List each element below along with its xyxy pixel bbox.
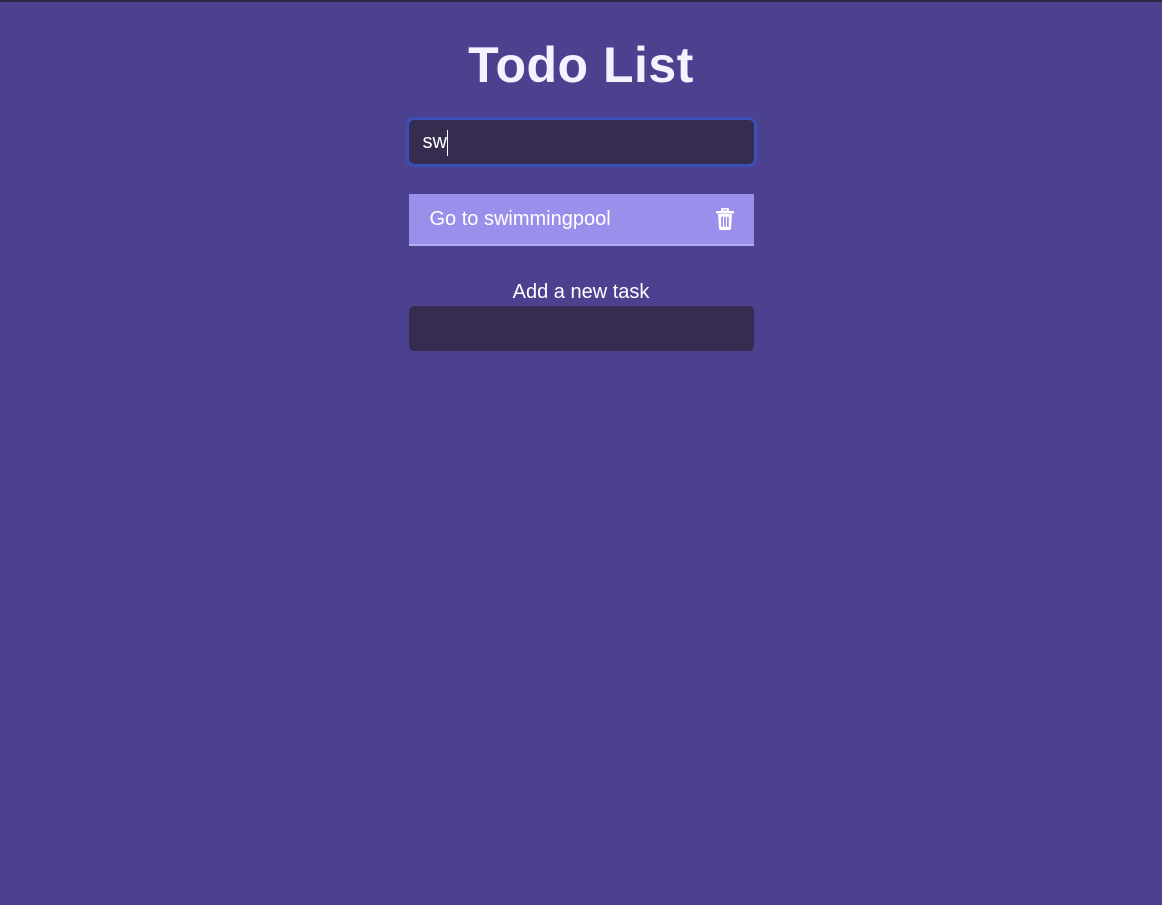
task-text: Go to swimmingpool bbox=[429, 207, 611, 230]
task-list: Go to swimmingpool bbox=[408, 194, 754, 246]
search-input[interactable] bbox=[405, 117, 757, 167]
todo-app: Todo List Go to swimmingpool Add a new t… bbox=[405, 2, 757, 351]
add-task-input[interactable] bbox=[408, 306, 754, 351]
page-title: Todo List bbox=[468, 37, 694, 93]
trash-icon[interactable] bbox=[715, 208, 735, 230]
text-cursor bbox=[446, 130, 448, 156]
add-task-label: Add a new task bbox=[512, 281, 650, 303]
task-item[interactable]: Go to swimmingpool bbox=[408, 194, 754, 246]
search-container bbox=[405, 117, 757, 167]
